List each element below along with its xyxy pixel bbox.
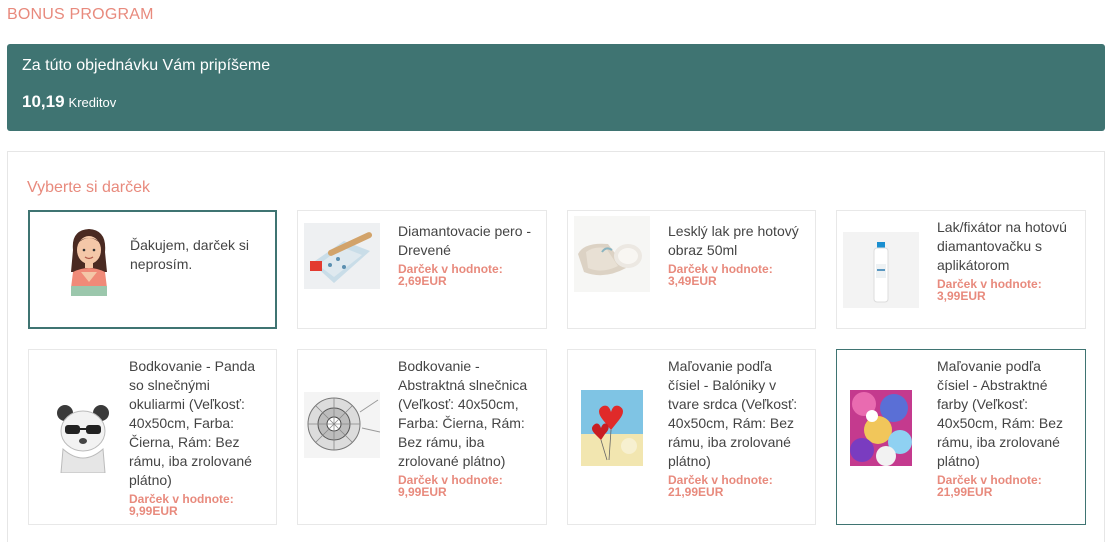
gift-card-balloons[interactable]: Maľovanie podľa čísiel - Balóniky v tvar… bbox=[567, 349, 816, 525]
credit-text: Za túto objednávku Vám pripíšeme bbox=[22, 57, 271, 74]
gift-card-varnish[interactable]: Lesklý lak pre hotový obraz 50ml Darček … bbox=[567, 210, 816, 329]
gift-price: 9,99EUR bbox=[398, 485, 447, 499]
gift-card-sunflower[interactable]: Bodkovanie - Abstraktná slnečnica (Veľko… bbox=[297, 349, 547, 525]
gift-price: 9,99EUR bbox=[129, 504, 178, 518]
gift-card-no-gift[interactable]: Ďakujem, darček si neprosím. bbox=[28, 210, 277, 329]
gift-name: Ďakujem, darček si neprosím. bbox=[130, 237, 250, 272]
gift-name: Bodkovanie - Abstraktná slnečnica (Veľko… bbox=[398, 358, 528, 469]
credit-amount-row: 10,19 Kreditov bbox=[22, 92, 1090, 112]
balloons-image bbox=[581, 390, 643, 466]
gift-price: 3,49EUR bbox=[668, 274, 717, 288]
sunflower-image bbox=[304, 392, 380, 458]
abstract-image bbox=[850, 390, 912, 466]
gift-price: 21,99EUR bbox=[668, 485, 724, 499]
gift-name: Diamantovacie pero - Drevené bbox=[398, 223, 532, 258]
gift-price: 21,99EUR bbox=[937, 485, 993, 499]
woman-icon bbox=[51, 220, 127, 296]
gift-panel: Vyberte si darček Ďakujem, darček si nep… bbox=[7, 151, 1105, 542]
bonus-program-title: BONUS PROGRAM bbox=[7, 6, 154, 23]
bonus-page: BONUS PROGRAM Za túto objednávku Vám pri… bbox=[0, 0, 1108, 542]
credit-amount: 10,19 bbox=[22, 92, 65, 111]
gift-name: Lak/fixátor na hotovú diamantovačku s ap… bbox=[937, 219, 1067, 273]
fixative-image bbox=[843, 232, 919, 308]
gift-price: 2,69EUR bbox=[398, 274, 447, 288]
gift-card-fixative[interactable]: Lak/fixátor na hotovú diamantovačku s ap… bbox=[836, 210, 1086, 329]
varnish-image bbox=[574, 216, 650, 292]
panda-image bbox=[45, 397, 121, 473]
gift-price: 3,99EUR bbox=[937, 289, 986, 303]
credit-unit: Kreditov bbox=[68, 95, 117, 110]
credit-banner: Za túto objednávku Vám pripíšeme 10,19 Kr… bbox=[7, 44, 1105, 131]
gift-name: Maľovanie podľa čísiel - Balóniky v tvar… bbox=[668, 358, 798, 469]
gift-name: Bodkovanie - Panda so slnečnými okuliarm… bbox=[129, 358, 256, 488]
pen-image bbox=[304, 223, 380, 289]
gift-name: Maľovanie podľa čísiel - Abstraktné farb… bbox=[937, 358, 1064, 469]
gift-name: Lesklý lak pre hotový obraz 50ml bbox=[668, 223, 799, 258]
gift-heading: Vyberte si darček bbox=[27, 179, 151, 196]
gift-card-pen[interactable]: Diamantovacie pero - Drevené Darček v ho… bbox=[297, 210, 547, 329]
gift-card-abstract[interactable]: Maľovanie podľa čísiel - Abstraktné farb… bbox=[836, 349, 1086, 525]
gift-card-panda[interactable]: Bodkovanie - Panda so slnečnými okuliarm… bbox=[28, 349, 277, 525]
